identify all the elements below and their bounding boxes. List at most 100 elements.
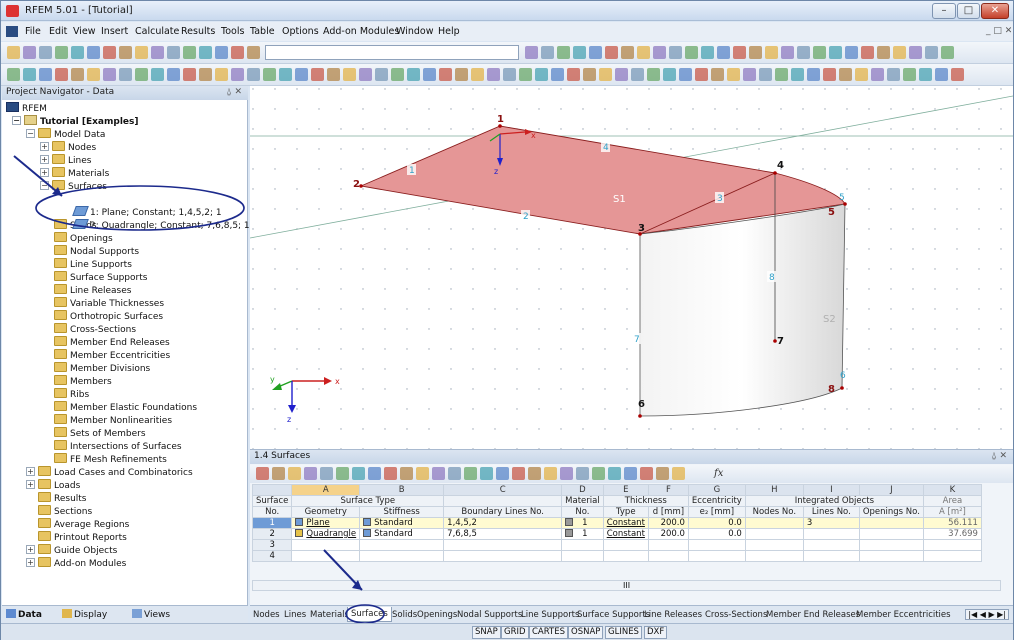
tree-item-member-end-releases[interactable]: Member End Releases	[54, 336, 170, 349]
tree-item-line-releases[interactable]: Line Releases	[54, 284, 131, 297]
toolbar-button-icon[interactable]	[775, 68, 788, 81]
menu-help[interactable]: Help	[438, 26, 460, 37]
menu-calculate[interactable]: Calculate	[135, 26, 179, 37]
toolbar-button-icon[interactable]	[813, 46, 826, 59]
toolbar-button-icon[interactable]	[327, 68, 340, 81]
toolbar-button-icon[interactable]	[663, 68, 676, 81]
close-button[interactable]: ✕	[981, 3, 1009, 19]
toolbar-button-icon[interactable]	[7, 46, 20, 59]
toolbar-button-icon[interactable]	[39, 46, 52, 59]
toolbar-button-icon[interactable]	[605, 46, 618, 59]
toolbar-button-icon[interactable]	[685, 46, 698, 59]
toolbar-button-icon[interactable]	[855, 68, 868, 81]
toolbar-button-icon[interactable]	[765, 46, 778, 59]
tree-item-nodal-supports[interactable]: Nodal Supports	[54, 245, 139, 258]
toolbar-button-icon[interactable]	[807, 68, 820, 81]
toolbar-button-icon[interactable]	[7, 68, 20, 81]
toolbar-button-icon[interactable]	[573, 46, 586, 59]
tree-item-member-eccentricities[interactable]: Member Eccentricities	[54, 349, 170, 362]
tree-item-intersections-of-surfaces[interactable]: Intersections of Surfaces	[54, 440, 182, 453]
toolbar-button-icon[interactable]	[247, 68, 260, 81]
node-marker-6[interactable]	[638, 414, 642, 418]
toolbar-button-icon[interactable]	[541, 46, 554, 59]
tree-item-orthotropic-surfaces[interactable]: Orthotropic Surfaces	[54, 310, 163, 323]
toolbar-button-icon[interactable]	[637, 46, 650, 59]
tree-item-average-regions[interactable]: Average Regions	[26, 518, 129, 531]
menu-tools[interactable]: Tools	[221, 26, 244, 37]
menu-options[interactable]: Options	[282, 26, 319, 37]
tree-item-cross-sections[interactable]: Cross-Sections	[54, 323, 136, 336]
tree-item-member-divisions[interactable]: Member Divisions	[54, 362, 150, 375]
status-dxf-button[interactable]: DXF	[644, 626, 668, 639]
toolbar-button-icon[interactable]	[103, 68, 116, 81]
toolbar-button-icon[interactable]	[151, 46, 164, 59]
status-glines-button[interactable]: GLINES	[605, 626, 642, 639]
toolbar-button-icon[interactable]	[861, 46, 874, 59]
toolbar-button-icon[interactable]	[877, 46, 890, 59]
toolbar-button-icon[interactable]	[903, 68, 916, 81]
nav-tab-data[interactable]: Data	[6, 609, 42, 620]
toolbar-button-icon[interactable]	[311, 68, 324, 81]
toolbar-button-icon[interactable]	[231, 68, 244, 81]
tree-item-fe-mesh-refinements[interactable]: FE Mesh Refinements	[54, 453, 167, 466]
toolbar-button-icon[interactable]	[887, 68, 900, 81]
model-viewport[interactable]: 1 2 3 4 5 6 7 8 1 2 3 4 5 6 7 8 S1 S2 x …	[249, 86, 1014, 449]
tree-item-add-on-modules[interactable]: + Add-on Modules	[26, 557, 126, 570]
toolbar-button-icon[interactable]	[701, 46, 714, 59]
toolbar-button-icon[interactable]	[359, 68, 372, 81]
toolbar-button-icon[interactable]	[797, 46, 810, 59]
tree-item-member-nonlinearities[interactable]: Member Nonlinearities	[54, 414, 172, 427]
surface-s2[interactable]	[639, 203, 846, 417]
toolbar-button-icon[interactable]	[375, 68, 388, 81]
toolbar-button-icon[interactable]	[839, 68, 852, 81]
toolbar-button-icon[interactable]	[71, 46, 84, 59]
toolbar-button-icon[interactable]	[845, 46, 858, 59]
toolbar-button-icon[interactable]	[503, 68, 516, 81]
tree-item-results[interactable]: Results	[26, 492, 87, 505]
mdi-controls[interactable]: _ □ ✕	[986, 26, 1012, 36]
tree-item-load-cases-and-combinatorics[interactable]: + Load Cases and Combinatorics	[26, 466, 193, 479]
toolbar-button-icon[interactable]	[733, 46, 746, 59]
toolbar-button-icon[interactable]	[669, 46, 682, 59]
menu-addon-modules[interactable]: Add-on Modules	[323, 26, 399, 37]
toolbar-button-icon[interactable]	[791, 68, 804, 81]
toolbar-button-icon[interactable]	[119, 68, 132, 81]
toolbar-button-icon[interactable]	[343, 68, 356, 81]
menu-table[interactable]: Table	[250, 26, 275, 37]
toolbar-button-icon[interactable]	[935, 68, 948, 81]
toolbar-button-icon[interactable]	[925, 46, 938, 59]
toolbar-button-icon[interactable]	[749, 46, 762, 59]
toolbar-button-icon[interactable]	[679, 68, 692, 81]
toolbar-button-icon[interactable]	[439, 68, 452, 81]
menu-window[interactable]: Window	[396, 26, 433, 37]
node-marker-4[interactable]	[773, 171, 777, 175]
status-cartes-button[interactable]: CARTES	[529, 626, 568, 639]
toolbar-button-icon[interactable]	[151, 68, 164, 81]
toolbar-button-icon[interactable]	[215, 68, 228, 81]
toolbar-button-icon[interactable]	[829, 46, 842, 59]
toolbar-button-icon[interactable]	[631, 68, 644, 81]
minimize-button[interactable]: –	[932, 3, 956, 19]
toolbar-button-icon[interactable]	[135, 46, 148, 59]
maximize-button[interactable]: □	[957, 3, 980, 19]
nav-tab-display[interactable]: Display	[62, 609, 107, 620]
toolbar-button-icon[interactable]	[695, 68, 708, 81]
toolbar-button-icon[interactable]	[103, 46, 116, 59]
toolbar-button-icon[interactable]	[455, 68, 468, 81]
tree-item-surface-supports[interactable]: Surface Supports	[54, 271, 147, 284]
toolbar-button-icon[interactable]	[951, 68, 964, 81]
toolbar-button-icon[interactable]	[39, 68, 52, 81]
toolbar-button-icon[interactable]	[199, 68, 212, 81]
toolbar-button-icon[interactable]	[119, 46, 132, 59]
toolbar-button-icon[interactable]	[407, 68, 420, 81]
toolbar-button-icon[interactable]	[183, 46, 196, 59]
toolbar-button-icon[interactable]	[941, 46, 954, 59]
menu-results[interactable]: Results	[181, 26, 215, 37]
toolbar-button-icon[interactable]	[23, 68, 36, 81]
toolbar-button-icon[interactable]	[23, 46, 36, 59]
toolbar-button-icon[interactable]	[743, 68, 756, 81]
toolbar-button-icon[interactable]	[823, 68, 836, 81]
tree-item-line-supports[interactable]: Line Supports	[54, 258, 132, 271]
menu-insert[interactable]: Insert	[101, 26, 128, 37]
toolbar-button-icon[interactable]	[471, 68, 484, 81]
